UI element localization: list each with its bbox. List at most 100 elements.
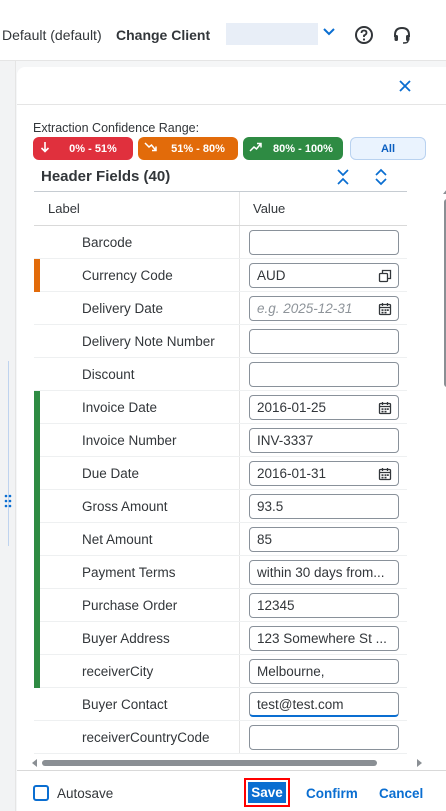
field-input[interactable]: test@test.com: [249, 692, 399, 717]
table-row: Delivery Note Number: [34, 325, 407, 358]
close-icon[interactable]: [398, 79, 412, 93]
table-header: Label Value: [34, 192, 407, 226]
table-row: Due Date 2016-01-31: [34, 457, 407, 490]
table-row: Buyer Contact test@test.com: [34, 688, 407, 721]
value-cell: [240, 226, 407, 258]
field-input[interactable]: 123 Somewhere St ...: [249, 626, 399, 651]
confidence-chip-all[interactable]: All: [350, 137, 426, 160]
confidence-chip-low-label: 0% - 51%: [69, 142, 117, 155]
value-cell: 93.5: [240, 490, 407, 522]
field-label: Due Date: [40, 457, 240, 489]
field-value: AUD: [257, 268, 286, 283]
field-value: 2016-01-25: [257, 400, 327, 415]
table-row: Net Amount 85: [34, 523, 407, 556]
calendar-icon[interactable]: [378, 300, 392, 320]
resize-grip-icon[interactable]: [3, 493, 13, 509]
confidence-chip-medium[interactable]: 51% - 80%: [138, 137, 238, 160]
vertical-scrollbar[interactable]: [442, 187, 446, 811]
confidence-chip-medium-label: 51% - 80%: [171, 142, 225, 155]
field-input[interactable]: AUD: [249, 263, 399, 288]
value-cell: 2016-01-25: [240, 391, 407, 423]
horizontal-scrollbar[interactable]: [30, 758, 430, 768]
table-row: Gross Amount 93.5: [34, 490, 407, 523]
field-value: test@test.com: [257, 697, 344, 712]
confidence-chip-high-label: 80% - 100%: [273, 142, 333, 155]
confirm-button[interactable]: Confirm: [306, 786, 358, 801]
value-cell: 2016-01-31: [240, 457, 407, 489]
field-input[interactable]: INV-3337: [249, 428, 399, 453]
field-label: Net Amount: [40, 523, 240, 555]
left-resize-strip: [0, 61, 16, 811]
chevron-down-icon[interactable]: [322, 25, 336, 39]
scroll-left-icon[interactable]: [30, 758, 38, 768]
save-button[interactable]: Save: [244, 778, 290, 807]
table-row: Invoice Date 2016-01-25: [34, 391, 407, 424]
value-help-icon[interactable]: [378, 267, 392, 287]
client-select[interactable]: [226, 23, 344, 45]
resize-line: [8, 361, 9, 546]
confidence-range-label: Extraction Confidence Range:: [33, 121, 200, 135]
collapse-all-icon[interactable]: [335, 168, 351, 186]
table-row: Barcode: [34, 226, 407, 259]
table-row: Discount: [34, 358, 407, 391]
headset-icon[interactable]: [392, 25, 412, 45]
change-client-button[interactable]: Change Client: [116, 27, 210, 43]
value-cell: 85: [240, 523, 407, 555]
field-input[interactable]: [249, 230, 399, 255]
autosave-checkbox[interactable]: [33, 785, 49, 801]
confidence-chip-all-label: All: [380, 142, 396, 155]
field-label: Delivery Note Number: [40, 325, 240, 357]
table-row: Delivery Date e.g. 2025-12-31: [34, 292, 407, 325]
column-header-value: Value: [253, 201, 286, 216]
field-input[interactable]: Melbourne,: [249, 659, 399, 684]
value-cell: [240, 325, 407, 357]
field-label: receiverCity: [40, 655, 240, 687]
scroll-right-icon[interactable]: [416, 758, 424, 768]
confidence-chip-low[interactable]: 0% - 51%: [33, 137, 133, 160]
value-cell: [240, 721, 407, 753]
value-cell: [240, 358, 407, 390]
scroll-up-icon[interactable]: [442, 187, 446, 195]
value-cell: 12345: [240, 589, 407, 621]
field-input[interactable]: 93.5: [249, 494, 399, 519]
expand-all-icon[interactable]: [373, 168, 389, 186]
calendar-icon[interactable]: [378, 399, 392, 419]
field-input[interactable]: [249, 362, 399, 387]
value-cell: INV-3337: [240, 424, 407, 456]
table-row: Currency Code AUD: [34, 259, 407, 292]
table-row: Payment Terms within 30 days from...: [34, 556, 407, 589]
table-row: Invoice Number INV-3337: [34, 424, 407, 457]
field-value: Melbourne,: [257, 664, 325, 679]
value-cell: Melbourne,: [240, 655, 407, 687]
table-row: receiverCountryCode: [34, 721, 407, 754]
panel-footer: Autosave Save Confirm Cancel: [17, 770, 446, 811]
top-bar: Default (default) Change Client: [0, 0, 446, 61]
table-row: Buyer Address 123 Somewhere St ...: [34, 622, 407, 655]
table-row: Purchase Order 12345: [34, 589, 407, 622]
field-input[interactable]: 2016-01-25: [249, 395, 399, 420]
field-input[interactable]: 2016-01-31: [249, 461, 399, 486]
confidence-chip-high[interactable]: 80% - 100%: [243, 137, 343, 160]
field-value: 93.5: [257, 499, 284, 514]
cancel-button[interactable]: Cancel: [379, 786, 423, 801]
field-input[interactable]: 85: [249, 527, 399, 552]
field-input[interactable]: e.g. 2025-12-31: [249, 296, 399, 321]
help-icon[interactable]: [354, 25, 374, 45]
field-label: Discount: [40, 358, 240, 390]
arrow-down-icon: [37, 141, 53, 156]
field-value: 123 Somewhere St ...: [257, 631, 387, 646]
table-body: Barcode Currency Code AUD Delivery Date e.g.…: [34, 226, 407, 754]
field-label: Gross Amount: [40, 490, 240, 522]
horizontal-scroll-thumb[interactable]: [42, 760, 377, 766]
calendar-icon[interactable]: [378, 465, 392, 485]
field-input[interactable]: [249, 725, 399, 750]
field-input[interactable]: 12345: [249, 593, 399, 618]
field-input[interactable]: [249, 329, 399, 354]
current-client-text: Default (default): [2, 27, 102, 43]
column-header-label: Label: [34, 192, 240, 225]
field-input[interactable]: within 30 days from...: [249, 560, 399, 585]
field-label: Purchase Order: [40, 589, 240, 621]
autosave-label: Autosave: [57, 786, 114, 801]
extraction-panel: Extraction Confidence Range: 0% - 51% 51…: [17, 67, 446, 811]
value-cell: test@test.com: [240, 688, 407, 720]
